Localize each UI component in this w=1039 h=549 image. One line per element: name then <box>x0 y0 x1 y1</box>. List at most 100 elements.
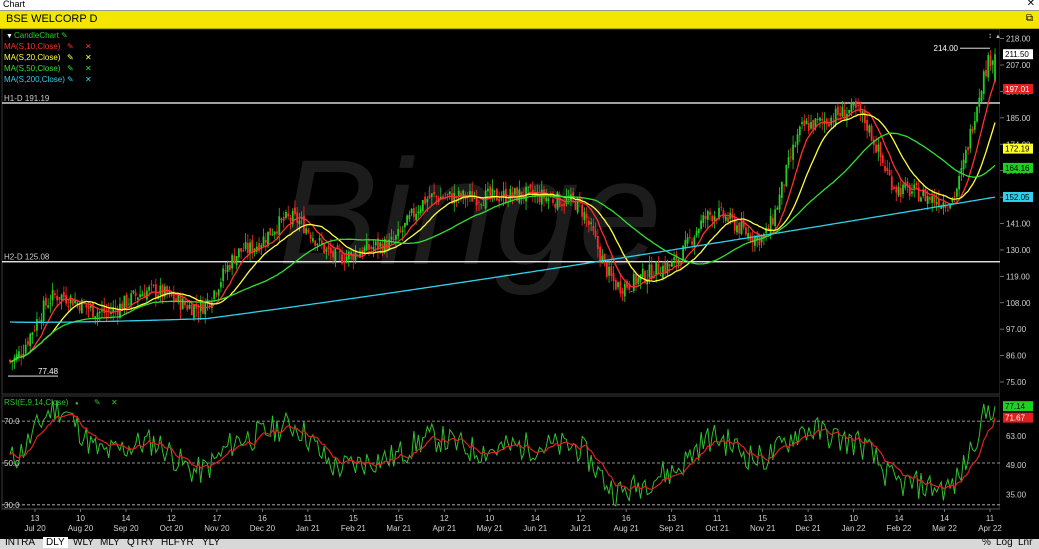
candle-body <box>935 202 938 205</box>
timeframe-mly[interactable]: MLY <box>97 537 123 548</box>
candle-body <box>812 120 815 130</box>
candle-body <box>946 209 949 211</box>
candle-body <box>125 294 128 308</box>
candle-body <box>74 300 76 304</box>
candle-body <box>612 273 615 282</box>
candle-body <box>747 233 750 238</box>
candle-body <box>273 231 276 235</box>
close-icon[interactable]: ✕ <box>1027 0 1035 9</box>
candle-body <box>415 213 418 221</box>
candle-body <box>691 241 693 245</box>
badge-label-rsi: 77.14 <box>1005 402 1026 411</box>
candle-body <box>175 298 177 301</box>
candle-body <box>884 166 886 172</box>
candle-body <box>473 197 476 199</box>
candle-body <box>289 217 292 221</box>
candle-body <box>783 184 785 186</box>
candle-body <box>929 197 931 200</box>
scale-log-button[interactable]: Log <box>996 537 1013 548</box>
x-tick-day: 12 <box>167 514 176 523</box>
rsi-edit-icon: ✎ <box>94 398 101 407</box>
candle-body <box>771 218 774 225</box>
candle-body <box>657 263 660 274</box>
badge-label-ma50: 164.16 <box>1005 164 1030 173</box>
candle-body <box>242 250 245 252</box>
candle-body <box>653 277 655 279</box>
candle-body <box>581 204 584 217</box>
candle-body <box>327 245 330 250</box>
candle-body <box>159 285 162 295</box>
x-tick-month: Feb 22 <box>887 524 912 533</box>
candle-body <box>244 242 247 250</box>
candle-body <box>323 244 326 253</box>
candle-body <box>181 298 184 310</box>
candle-body <box>931 195 934 203</box>
candle-body <box>107 308 110 311</box>
candle-body <box>154 284 157 298</box>
candle-body <box>778 194 781 210</box>
timeframe-qtry[interactable]: QTRY <box>124 537 158 548</box>
candle-body <box>197 312 200 314</box>
candle-body <box>233 255 236 264</box>
x-tick-day: 16 <box>622 514 631 523</box>
timeframe-wly[interactable]: WLY <box>70 537 97 548</box>
candle-body <box>448 191 451 194</box>
candle-body <box>341 254 343 264</box>
candle-body <box>403 222 406 228</box>
candle-body <box>662 265 664 278</box>
legend-ma: MA(S,20,Close) <box>4 53 61 62</box>
candle-body <box>397 229 400 237</box>
candle-body <box>246 242 249 253</box>
candle-body <box>20 354 23 357</box>
candle-body <box>224 270 227 272</box>
candle-body <box>428 195 431 198</box>
x-tick-month: Jan 21 <box>296 524 321 533</box>
candle-body <box>913 184 916 189</box>
candle-body <box>621 290 624 294</box>
timeframe-yly[interactable]: YLY <box>199 537 223 548</box>
candle-body <box>911 191 913 194</box>
candle-body <box>49 302 52 304</box>
candle-body <box>469 191 471 195</box>
candle-body <box>51 289 54 301</box>
candle-body <box>352 253 355 261</box>
candle-body <box>787 157 790 166</box>
candle-body <box>18 351 20 357</box>
rsi-visible-icon: ● <box>75 401 79 407</box>
candle-body <box>605 262 608 277</box>
restore-icon[interactable]: ⧉ <box>1026 13 1033 24</box>
x-tick-month: May 21 <box>477 524 504 533</box>
candle-body <box>134 292 137 297</box>
candle-body <box>552 199 554 203</box>
candle-body <box>368 244 370 250</box>
hline-label-h1: H1-D 191.19 <box>4 94 50 103</box>
candle-body <box>697 229 700 234</box>
timeframe-intra[interactable]: INTRA <box>2 537 38 548</box>
x-tick-day: 14 <box>895 514 904 523</box>
chart-area[interactable]: Binge H1-D 191.19 H2-D 125.08 214.00 77.48 21… <box>0 29 1039 539</box>
timeframe-dly[interactable]: DLY <box>43 537 68 548</box>
x-tick-day: 11 <box>986 514 995 523</box>
scale-percent-button[interactable]: % <box>982 537 991 548</box>
scale-linear-button[interactable]: Lnr <box>1018 537 1032 548</box>
price-tick-label: 185.00 <box>1006 114 1031 123</box>
candle-body <box>60 294 63 301</box>
candle-body <box>695 231 698 236</box>
candle-body <box>877 144 880 152</box>
candle-body <box>489 186 492 197</box>
candle-body <box>671 261 673 267</box>
symbol-bar: BSE WELCORP D ⧉ <box>0 11 1039 29</box>
candle-body <box>567 199 570 201</box>
timeframe-hlfyr[interactable]: HLFYR <box>158 537 197 548</box>
candle-body <box>684 240 687 247</box>
candle-body <box>347 251 350 260</box>
candle-body <box>480 204 483 206</box>
candle-body <box>700 220 702 230</box>
candle-body <box>955 188 958 197</box>
candle-body <box>188 304 191 309</box>
price-tick-label: 86.00 <box>1006 352 1027 361</box>
rsi-tick-label: 49.00 <box>1006 461 1027 470</box>
hline-label-h2: H2-D 125.08 <box>4 253 50 262</box>
candle-body <box>215 293 218 295</box>
candle-body <box>98 311 101 314</box>
